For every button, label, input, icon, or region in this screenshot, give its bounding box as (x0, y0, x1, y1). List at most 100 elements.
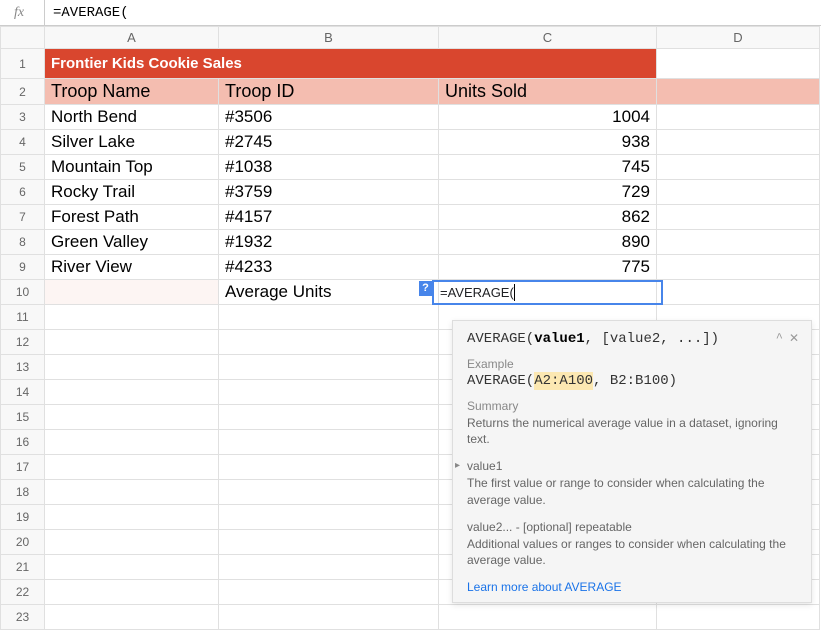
table-cell[interactable]: #1932 (219, 230, 439, 255)
header-troop-name[interactable]: Troop Name (45, 79, 219, 105)
row-header-23[interactable]: 23 (1, 605, 45, 630)
col-header-b[interactable]: B (219, 27, 439, 49)
cell-b14[interactable] (219, 380, 439, 405)
active-cell-c10[interactable]: ? =AVERAGE( (439, 280, 657, 305)
tooltip-summary-label: Summary (467, 399, 799, 413)
col-header-a[interactable]: A (45, 27, 219, 49)
row-header-12[interactable]: 12 (1, 330, 45, 355)
row-header-16[interactable]: 16 (1, 430, 45, 455)
cell-a15[interactable] (45, 405, 219, 430)
table-cell[interactable]: 862 (439, 205, 657, 230)
tooltip-close-icon[interactable]: ✕ (789, 331, 799, 346)
cell-b13[interactable] (219, 355, 439, 380)
cell-b11[interactable] (219, 305, 439, 330)
row-header-1[interactable]: 1 (1, 49, 45, 79)
tooltip-collapse-icon[interactable]: ^ (776, 331, 783, 346)
cell-d2[interactable] (657, 79, 820, 105)
cell-b15[interactable] (219, 405, 439, 430)
cell-b21[interactable] (219, 555, 439, 580)
row-header-3[interactable]: 3 (1, 105, 45, 130)
table-cell[interactable]: Forest Path (45, 205, 219, 230)
cell-d23[interactable] (657, 605, 820, 630)
formula-input[interactable] (45, 5, 821, 21)
cell-b23[interactable] (219, 605, 439, 630)
row-header-7[interactable]: 7 (1, 205, 45, 230)
row-header-18[interactable]: 18 (1, 480, 45, 505)
cell-a18[interactable] (45, 480, 219, 505)
table-cell[interactable]: 1004 (439, 105, 657, 130)
cell-d9[interactable] (657, 255, 820, 280)
row-header-17[interactable]: 17 (1, 455, 45, 480)
cell-d7[interactable] (657, 205, 820, 230)
cell-a19[interactable] (45, 505, 219, 530)
row-header-20[interactable]: 20 (1, 530, 45, 555)
cell-b20[interactable] (219, 530, 439, 555)
row-header-21[interactable]: 21 (1, 555, 45, 580)
row-header-14[interactable]: 14 (1, 380, 45, 405)
cell-b17[interactable] (219, 455, 439, 480)
row-header-5[interactable]: 5 (1, 155, 45, 180)
cell-a20[interactable] (45, 530, 219, 555)
row-header-11[interactable]: 11 (1, 305, 45, 330)
cell-c23[interactable] (439, 605, 657, 630)
col-header-d[interactable]: D (657, 27, 820, 49)
header-units-sold[interactable]: Units Sold (439, 79, 657, 105)
cell-a23[interactable] (45, 605, 219, 630)
table-cell[interactable]: River View (45, 255, 219, 280)
title-cell[interactable]: Frontier Kids Cookie Sales (45, 49, 657, 79)
cell-a16[interactable] (45, 430, 219, 455)
cell-b22[interactable] (219, 580, 439, 605)
cell-b18[interactable] (219, 480, 439, 505)
learn-more-link[interactable]: Learn more about AVERAGE (467, 580, 799, 594)
row-header-2[interactable]: 2 (1, 79, 45, 105)
table-cell[interactable]: #4233 (219, 255, 439, 280)
cell-d1[interactable] (657, 49, 820, 79)
row-header-4[interactable]: 4 (1, 130, 45, 155)
average-units-label[interactable]: Average Units (219, 280, 439, 305)
table-cell[interactable]: 745 (439, 155, 657, 180)
table-cell[interactable]: 938 (439, 130, 657, 155)
row-header-6[interactable]: 6 (1, 180, 45, 205)
table-cell[interactable]: Silver Lake (45, 130, 219, 155)
cell-d3[interactable] (657, 105, 820, 130)
cell-d6[interactable] (657, 180, 820, 205)
cell-d8[interactable] (657, 230, 820, 255)
cell-b19[interactable] (219, 505, 439, 530)
cell-a12[interactable] (45, 330, 219, 355)
cell-a17[interactable] (45, 455, 219, 480)
header-troop-id[interactable]: Troop ID (219, 79, 439, 105)
table-cell[interactable]: 775 (439, 255, 657, 280)
formula-help-badge[interactable]: ? (419, 281, 432, 296)
table-cell[interactable]: 890 (439, 230, 657, 255)
select-all-corner[interactable] (1, 27, 45, 49)
cell-b16[interactable] (219, 430, 439, 455)
cell-d4[interactable] (657, 130, 820, 155)
table-cell[interactable]: North Bend (45, 105, 219, 130)
row-header-15[interactable]: 15 (1, 405, 45, 430)
table-cell[interactable]: #3506 (219, 105, 439, 130)
cell-a11[interactable] (45, 305, 219, 330)
cell-a13[interactable] (45, 355, 219, 380)
row-header-10[interactable]: 10 (1, 280, 45, 305)
row-header-19[interactable]: 19 (1, 505, 45, 530)
table-cell[interactable]: #3759 (219, 180, 439, 205)
row-header-22[interactable]: 22 (1, 580, 45, 605)
table-cell[interactable]: #1038 (219, 155, 439, 180)
table-cell[interactable]: Rocky Trail (45, 180, 219, 205)
cell-a21[interactable] (45, 555, 219, 580)
cell-a14[interactable] (45, 380, 219, 405)
table-cell[interactable]: 729 (439, 180, 657, 205)
row-header-13[interactable]: 13 (1, 355, 45, 380)
cell-a22[interactable] (45, 580, 219, 605)
row-header-8[interactable]: 8 (1, 230, 45, 255)
col-header-c[interactable]: C (439, 27, 657, 49)
table-cell[interactable]: Mountain Top (45, 155, 219, 180)
cell-d10[interactable] (657, 280, 820, 305)
cell-b12[interactable] (219, 330, 439, 355)
cell-d5[interactable] (657, 155, 820, 180)
table-cell[interactable]: Green Valley (45, 230, 219, 255)
cell-a10[interactable] (45, 280, 219, 305)
table-cell[interactable]: #4157 (219, 205, 439, 230)
row-header-9[interactable]: 9 (1, 255, 45, 280)
table-cell[interactable]: #2745 (219, 130, 439, 155)
